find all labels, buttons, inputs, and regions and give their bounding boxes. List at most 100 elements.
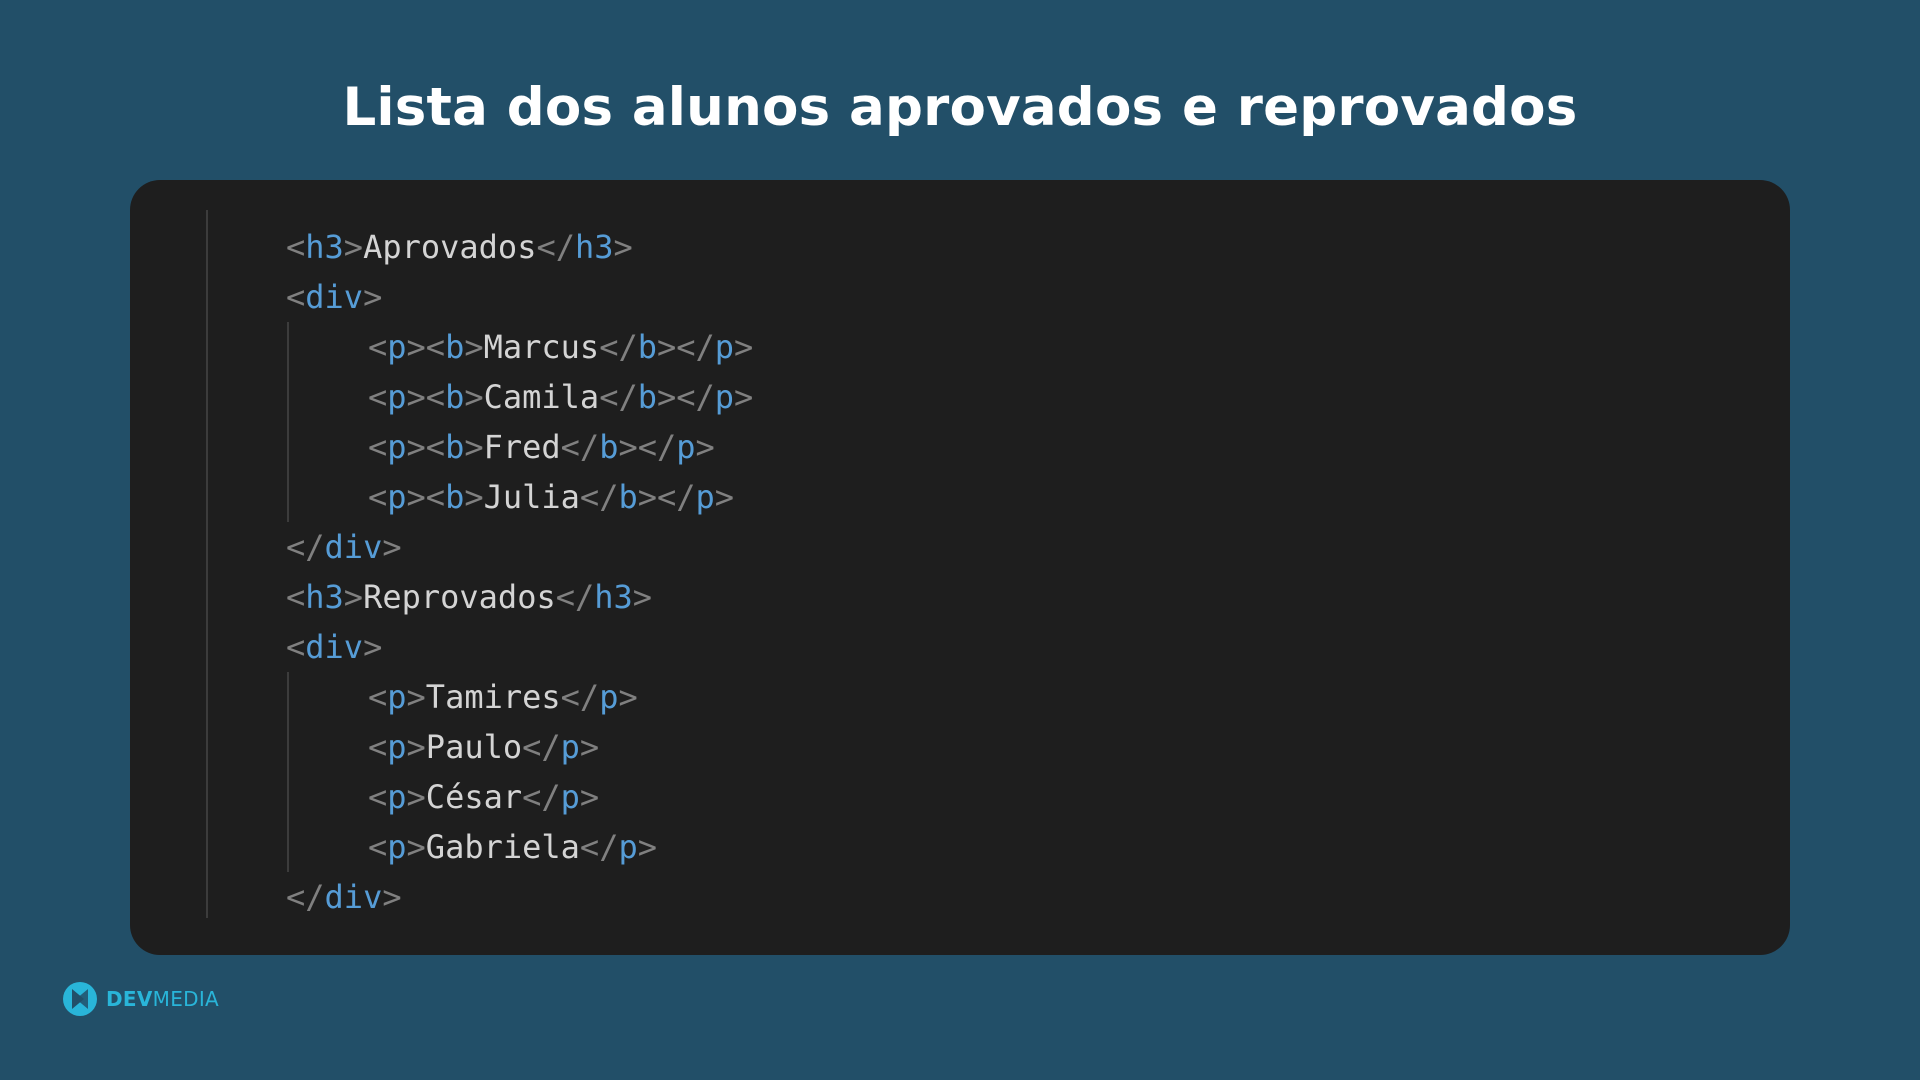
code-tag-token: p <box>676 428 696 466</box>
code-tag-token: p <box>387 378 407 416</box>
code-tag-token: b <box>637 378 657 416</box>
code-tag-token: p <box>387 428 407 466</box>
code-line: <p><b>Fred</b></p> <box>286 422 753 472</box>
code-text-token: Fred <box>483 428 561 466</box>
code-punct-token: >< <box>406 328 446 366</box>
code-punct-token: < <box>368 778 388 816</box>
code-punct-token: > <box>363 628 383 666</box>
code-tag-token: h3 <box>594 578 633 616</box>
code-punct-token: > <box>618 678 638 716</box>
code-tag-token: b <box>445 378 465 416</box>
code-text-token: Tamires <box>425 678 561 716</box>
code-punct-token: </ <box>522 728 561 766</box>
code-punct-token: > <box>406 778 426 816</box>
code-punct-token: < <box>368 678 388 716</box>
code-punct-token: < <box>368 328 388 366</box>
code-punct-token: > <box>695 428 715 466</box>
code-punct-token: < <box>368 428 388 466</box>
devmedia-logo-text: DEVMEDIA <box>106 987 219 1011</box>
indent-guide <box>206 210 208 918</box>
code-panel: <h3>Aprovados</h3> <div> <p><b>Marcus</b><… <box>130 180 1790 955</box>
code-punct-token: ></ <box>656 378 715 416</box>
code-tag-token: p <box>618 828 638 866</box>
code-tag-token: p <box>560 778 580 816</box>
code-punct-token: > <box>464 478 484 516</box>
code-punct-token: > <box>382 528 402 566</box>
code-tag-token: b <box>599 428 619 466</box>
code-tag-token: div <box>305 278 364 316</box>
code-punct-token: </ <box>579 478 619 516</box>
code-text-token: Paulo <box>425 728 523 766</box>
code-punct-token: > <box>579 728 600 766</box>
code-tag-token: h3 <box>305 578 344 616</box>
code-text-token: Aprovados <box>363 228 537 266</box>
code-tag-token: p <box>387 328 407 366</box>
code-punct-token: < <box>286 278 306 316</box>
slide-title: Lista dos alunos aprovados e reprovados <box>342 77 1578 138</box>
code-punct-token: > <box>406 728 426 766</box>
code-tag-token: b <box>618 478 638 516</box>
code-tag-token: h3 <box>305 228 344 266</box>
code-line: <p>Gabriela</p> <box>286 822 753 872</box>
code-punct-token: </ <box>536 228 575 266</box>
code-punct-token: > <box>464 378 484 416</box>
code-tag-token: p <box>599 678 619 716</box>
code-line: <div> <box>286 272 753 322</box>
code-punct-token: > <box>406 828 426 866</box>
code-tag-token: p <box>387 728 407 766</box>
code-tag-token: p <box>560 728 580 766</box>
code-punct-token: </ <box>522 778 561 816</box>
code-punct-token: </ <box>560 678 600 716</box>
code-tag-token: p <box>387 778 407 816</box>
code-punct-token: < <box>286 228 306 266</box>
code-tag-token: p <box>387 478 407 516</box>
code-tag-token: p <box>695 478 715 516</box>
code-line: <h3>Aprovados</h3> <box>286 222 753 272</box>
code-block: <h3>Aprovados</h3> <div> <p><b>Marcus</b><… <box>286 222 753 922</box>
code-line: <div> <box>286 622 753 672</box>
code-punct-token: </ <box>286 528 325 566</box>
code-punct-token: </ <box>560 428 600 466</box>
code-punct-token: ></ <box>637 478 696 516</box>
code-punct-token: >< <box>406 478 446 516</box>
code-punct-token: > <box>579 778 600 816</box>
code-text-token: Marcus <box>483 328 600 366</box>
code-text-token: Camila <box>483 378 600 416</box>
code-tag-token: b <box>445 428 465 466</box>
code-tag-token: h3 <box>574 228 614 266</box>
code-punct-token: ></ <box>656 328 715 366</box>
logo-text-light: MEDIA <box>152 987 220 1011</box>
code-text-token: Gabriela <box>425 828 580 866</box>
code-punct-token: </ <box>599 328 638 366</box>
code-line: </div> <box>286 522 753 572</box>
code-tag-token: p <box>714 378 735 416</box>
logo-text-bold: DEV <box>106 987 153 1011</box>
code-line: <p><b>Marcus</b></p> <box>286 322 753 372</box>
code-punct-token: < <box>368 378 388 416</box>
code-punct-token: >< <box>406 378 446 416</box>
code-punct-token: > <box>637 828 657 866</box>
code-line: </div> <box>286 872 753 922</box>
code-punct-token: </ <box>286 878 325 916</box>
code-punct-token: ></ <box>618 428 677 466</box>
code-tag-token: p <box>387 828 407 866</box>
code-punct-token: </ <box>579 828 619 866</box>
code-punct-token: > <box>406 678 426 716</box>
code-tag-token: b <box>445 328 465 366</box>
code-tag-token: b <box>445 478 465 516</box>
code-punct-token: </ <box>599 378 638 416</box>
code-tag-token: div <box>305 628 364 666</box>
code-punct-token: > <box>464 428 484 466</box>
code-text-token: Reprovados <box>363 578 556 616</box>
code-text-token: Julia <box>483 478 580 516</box>
code-punct-token: </ <box>555 578 595 616</box>
code-tag-token: p <box>714 328 735 366</box>
devmedia-logo-icon <box>63 982 97 1016</box>
code-punct-token: > <box>734 328 754 366</box>
code-punct-token: < <box>286 628 306 666</box>
code-punct-token: > <box>714 478 735 516</box>
code-punct-token: < <box>368 478 388 516</box>
code-line: <p><b>Camila</b></p> <box>286 372 753 422</box>
code-line: <p><b>Julia</b></p> <box>286 472 753 522</box>
code-punct-token: > <box>363 278 383 316</box>
